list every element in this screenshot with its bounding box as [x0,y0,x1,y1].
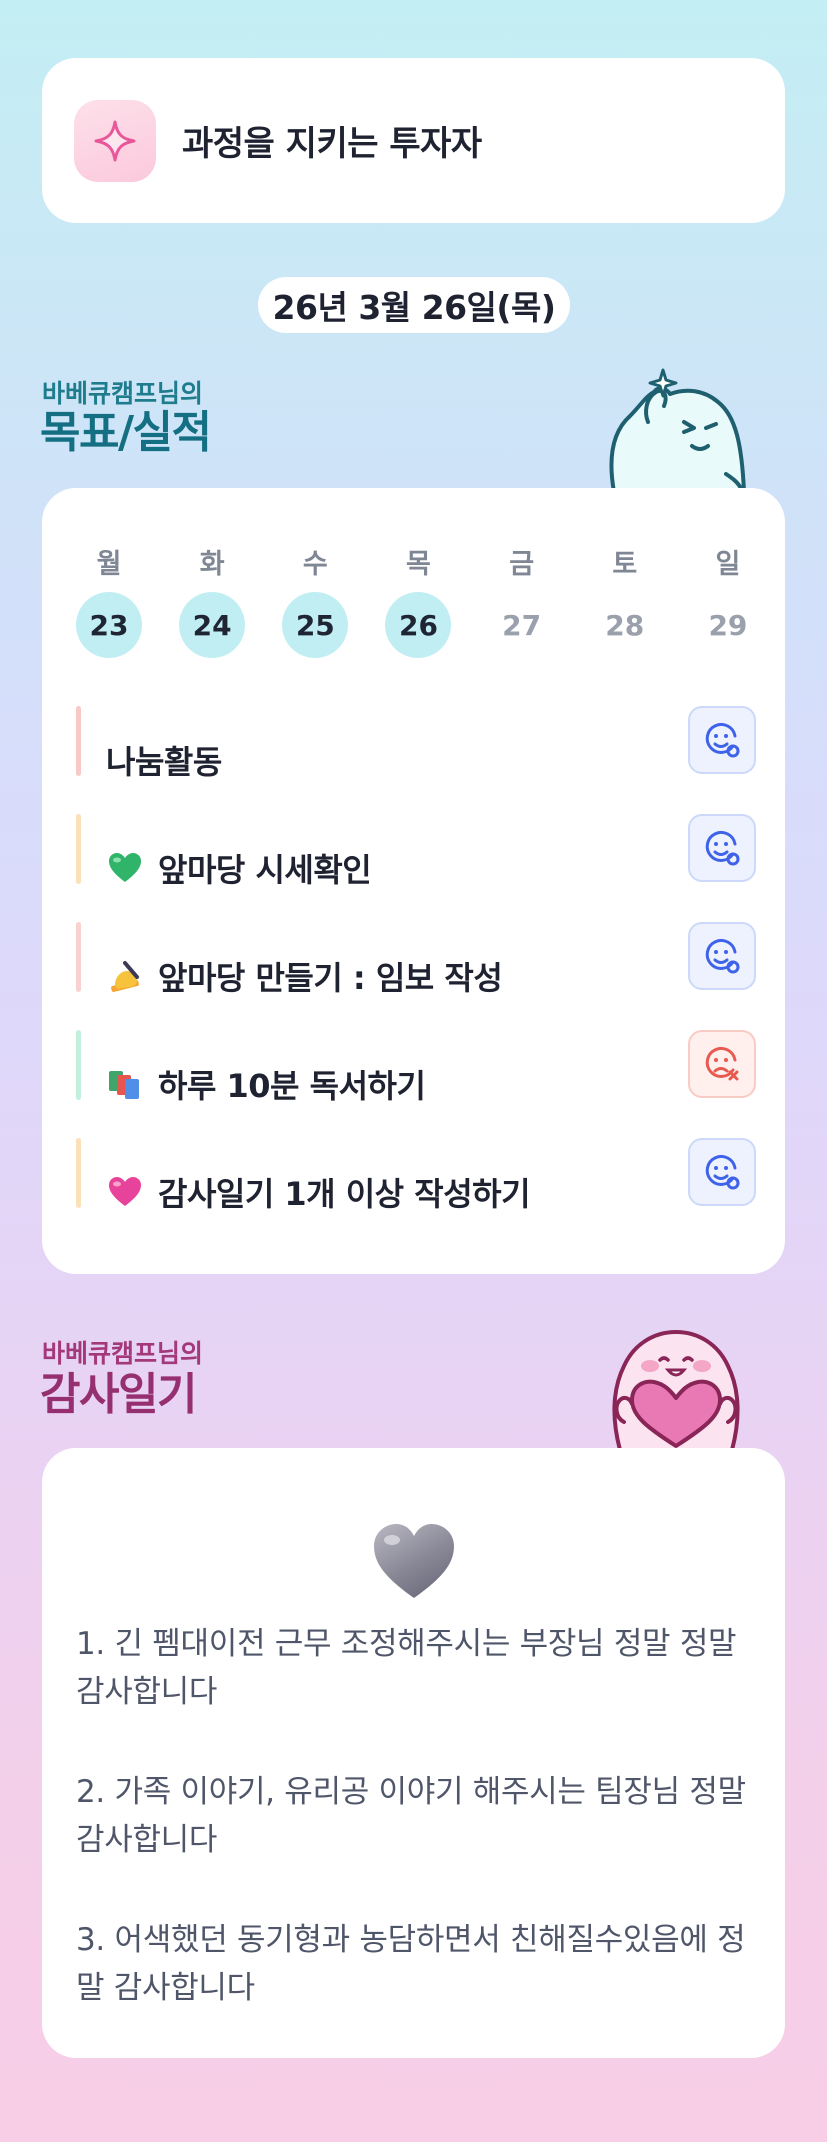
calendar-day[interactable]: 화 24 [179,542,246,658]
day-number[interactable]: 28 [592,592,658,658]
calendar-day[interactable]: 월 23 [76,542,142,658]
writing-hand-icon [106,957,144,995]
calendar-day[interactable]: 일 29 [695,542,761,658]
weekday-label: 토 [612,549,638,580]
goal-text: 나눔활동 [106,737,222,783]
gratitude-item: 2. 가족 이야기, 유리공 이야기 해주시는 팀장님 정말 감사합니다 [76,1774,746,1858]
gratitude-card: 1. 긴 펨대이전 근무 조정해주시는 부장님 정말 정말 감사합니다 2. 가족… [42,1448,785,2058]
goal-text: 감사일기 1개 이상 작성하기 [106,1169,531,1215]
goal-color-bar [76,1138,81,1208]
gratitude-item: 1. 긴 펨대이전 근무 조정해주시는 부장님 정말 정말 감사합니다 [76,1626,737,1710]
sparkle-icon [74,99,156,182]
status-failed-icon[interactable] [688,1030,756,1098]
day-number[interactable]: 25 [282,592,349,658]
goal-color-bar [76,1030,81,1100]
weekday-label: 월 [96,549,122,580]
goal-item[interactable]: 앞마당 만들기 : 임보 작성 [76,922,756,1030]
profile-card: 과정을 지키는 투자자 [42,58,785,223]
weekday-label: 금 [509,549,535,580]
day-number[interactable]: 26 [385,592,452,658]
status-done-icon[interactable] [688,1138,756,1206]
goal-color-bar [76,814,81,884]
status-done-icon[interactable] [688,814,756,882]
calendar-day[interactable]: 토 28 [592,542,658,658]
gratitude-title: 감사일기 [40,1369,197,1420]
day-number[interactable]: 27 [489,592,555,658]
goal-list: 나눔활동앞마당 시세확인앞마당 만들기 : 임보 작성하루 10분 독서하기감사… [76,706,756,1246]
day-number[interactable]: 29 [695,592,761,658]
goal-text: 앞마당 시세확인 [106,845,372,891]
goals-card: 월 23 화 24 수 25 목 26 금 27 토 28 일 29 나눔활동앞마당 시세확인앞마당 만들… [42,488,785,1274]
status-done-icon[interactable] [688,922,756,990]
day-number[interactable]: 24 [179,592,246,658]
day-number[interactable]: 23 [76,592,142,658]
grey-heart-icon [374,1524,454,1598]
weekday-label: 목 [406,549,431,580]
books-icon [106,1065,144,1103]
goal-item[interactable]: 앞마당 시세확인 [76,814,756,922]
goals-title: 목표/실적 [40,407,212,458]
goal-label: 앞마당 만들기 : 임보 작성 [158,959,503,997]
goal-label: 하루 10분 독서하기 [158,1067,426,1105]
gratitude-list: 1. 긴 펨대이전 근무 조정해주시는 부장님 정말 정말 감사합니다 2. 가족… [76,1620,766,2064]
status-done-icon[interactable] [688,706,756,774]
goal-text: 하루 10분 독서하기 [106,1061,426,1107]
pink-heart-icon [106,1173,144,1211]
goal-item[interactable]: 나눔활동 [76,706,756,814]
current-date: 26년 3월 26일(목) [258,277,570,333]
profile-title: 과정을 지키는 투자자 [182,124,482,164]
goal-text: 앞마당 만들기 : 임보 작성 [106,953,503,999]
goal-label: 감사일기 1개 이상 작성하기 [158,1175,531,1213]
week-calendar: 월 23 화 24 수 25 목 26 금 27 토 28 일 29 [76,542,761,658]
goal-label: 앞마당 시세확인 [158,851,372,889]
goal-item[interactable]: 하루 10분 독서하기 [76,1030,756,1138]
gratitude-item: 3. 어색했던 동기형과 농담하면서 친해질수있음에 정말 감사합니다 [76,1922,746,2006]
goal-item[interactable]: 감사일기 1개 이상 작성하기 [76,1138,756,1246]
weekday-label: 수 [302,549,328,580]
goal-color-bar [76,706,81,776]
calendar-day[interactable]: 금 27 [489,542,555,658]
goal-label: 나눔활동 [106,743,222,781]
calendar-day[interactable]: 목 26 [385,542,452,658]
calendar-day[interactable]: 수 25 [282,542,349,658]
mascot-thumbs-up-icon [609,368,746,492]
green-heart-icon [106,849,144,887]
mascot-heart-icon [612,1330,740,1450]
weekday-label: 화 [199,549,225,580]
goal-color-bar [76,922,81,992]
weekday-label: 일 [715,549,741,580]
